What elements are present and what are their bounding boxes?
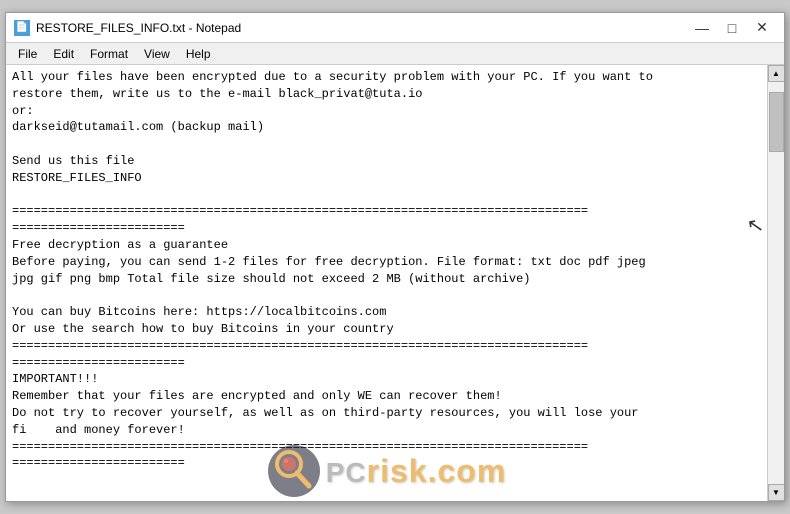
window-title: RESTORE_FILES_INFO.txt - Notepad <box>36 21 241 35</box>
window-controls: — □ ✕ <box>688 17 776 39</box>
scroll-up-arrow[interactable]: ▲ <box>768 65 785 82</box>
scrollbar[interactable]: ▲ ▼ <box>767 65 784 501</box>
menu-help[interactable]: Help <box>178 45 219 63</box>
menu-edit[interactable]: Edit <box>45 45 82 63</box>
maximize-button[interactable]: □ <box>718 17 746 39</box>
close-button[interactable]: ✕ <box>748 17 776 39</box>
scroll-down-arrow[interactable]: ▼ <box>768 484 785 501</box>
text-editor[interactable]: All your files have been encrypted due t… <box>6 65 767 501</box>
title-bar-left: 📄 RESTORE_FILES_INFO.txt - Notepad <box>14 20 241 36</box>
content-area: All your files have been encrypted due t… <box>6 65 784 501</box>
title-bar: 📄 RESTORE_FILES_INFO.txt - Notepad — □ ✕ <box>6 13 784 43</box>
notepad-window: 📄 RESTORE_FILES_INFO.txt - Notepad — □ ✕… <box>5 12 785 502</box>
menu-format[interactable]: Format <box>82 45 136 63</box>
notepad-icon: 📄 <box>14 20 30 36</box>
scroll-thumb[interactable] <box>769 92 784 152</box>
menu-bar: File Edit Format View Help <box>6 43 784 65</box>
minimize-button[interactable]: — <box>688 17 716 39</box>
menu-file[interactable]: File <box>10 45 45 63</box>
menu-view[interactable]: View <box>136 45 178 63</box>
scroll-track[interactable] <box>768 82 784 484</box>
